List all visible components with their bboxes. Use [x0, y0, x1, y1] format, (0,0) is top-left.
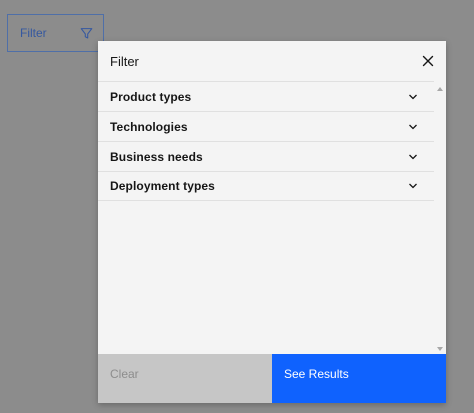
modal-header: Filter: [98, 41, 446, 81]
filter-trigger-button[interactable]: Filter: [7, 14, 104, 52]
accordion-label: Technologies: [110, 119, 188, 134]
chevron-down-icon: [408, 122, 418, 132]
accordion-label: Deployment types: [110, 179, 215, 193]
accordion-label: Product types: [110, 89, 192, 104]
scroll-up-arrow-icon[interactable]: [434, 83, 446, 95]
funnel-icon: [80, 27, 93, 40]
accordion-deployment-types[interactable]: Deployment types: [98, 171, 434, 201]
accordion-technologies[interactable]: Technologies: [98, 111, 434, 141]
see-results-button[interactable]: See Results: [272, 354, 446, 403]
chevron-down-icon: [408, 152, 418, 162]
accordion-label: Business needs: [110, 149, 203, 164]
filter-sections: Product types Technologies Business need…: [98, 81, 434, 353]
modal-title: Filter: [110, 54, 139, 69]
filter-modal: Filter Product types Technologies Busine…: [98, 41, 446, 403]
scrollbar[interactable]: [434, 81, 446, 353]
clear-button[interactable]: Clear: [98, 354, 272, 403]
modal-footer: Clear See Results: [98, 354, 446, 403]
accordion-product-types[interactable]: Product types: [98, 81, 434, 111]
close-icon[interactable]: [420, 53, 436, 69]
chevron-down-icon: [408, 92, 418, 102]
accordion-business-needs[interactable]: Business needs: [98, 141, 434, 171]
filter-trigger-label: Filter: [20, 26, 47, 40]
chevron-down-icon: [408, 181, 418, 191]
